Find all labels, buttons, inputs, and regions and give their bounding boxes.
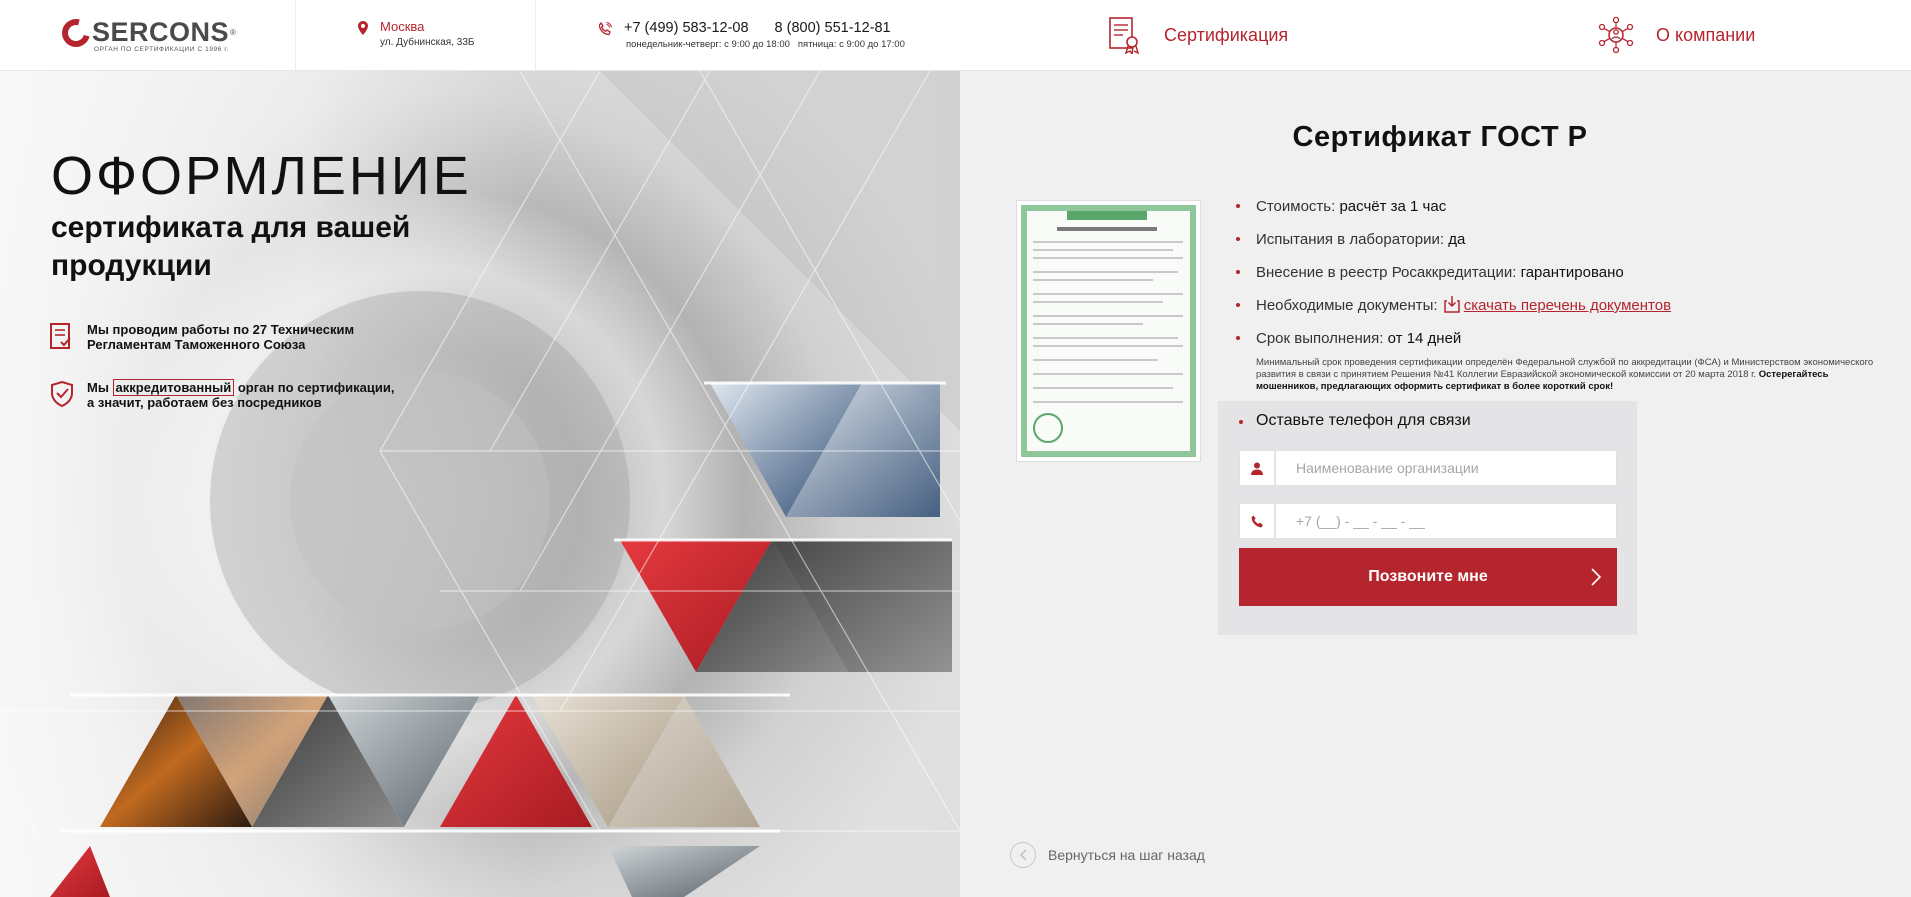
phone-number-2[interactable]: 8 (800) 551-12-81 — [775, 20, 891, 36]
hero-section: ОФОРМЛЕНИЕ сертификата для вашей продукц… — [0, 71, 960, 897]
info-value: расчёт за 1 час — [1339, 198, 1447, 215]
feature-accredited-post: орган по сертификации, — [234, 380, 395, 395]
chevron-right-icon — [1591, 568, 1601, 586]
logo-mark-icon — [56, 13, 96, 52]
chevron-left-icon — [1020, 849, 1027, 861]
callback-form-title: Оставьте телефон для связи — [1239, 412, 1471, 429]
info-value: от 14 дней — [1387, 330, 1462, 347]
info-item-documents: Необходимые документы: скачать перечень … — [1236, 295, 1671, 328]
phone-field — [1239, 503, 1617, 539]
phone-number-1[interactable]: +7 (499) 583-12-08 — [624, 20, 749, 36]
phone-input-icon — [1251, 515, 1263, 527]
logo-tagline: ОРГАН ПО СЕРТИФИКАЦИИ С 1996 г. — [94, 46, 230, 53]
info-item-price: Стоимость: расчёт за 1 час — [1236, 196, 1671, 229]
organization-input[interactable] — [1276, 451, 1616, 485]
feature-accredited-line2: а значит, работаем без посредников — [87, 395, 322, 410]
info-label: Внесение в реестр Росаккредитации: — [1256, 264, 1521, 281]
logo-container: SERCONS ® ОРГАН ПО СЕРТИФИКАЦИИ С 1996 г… — [0, 0, 296, 70]
feature-regulations-line1: Мы проводим работы по 27 Техническим — [87, 322, 355, 337]
back-link[interactable]: Вернуться на шаг назад — [1010, 842, 1205, 868]
hero-title: ОФОРМЛЕНИЕ — [51, 146, 472, 206]
certificate-info-list: Стоимость: расчёт за 1 час Испытания в л… — [1236, 196, 1671, 361]
certificate-icon — [1109, 17, 1140, 54]
address-city[interactable]: Москва — [380, 19, 474, 35]
shield-check-icon — [51, 380, 73, 408]
feature-regulations: Мы проводим работы по 27 Техническим Рег… — [49, 322, 354, 352]
logo[interactable]: SERCONS ® ОРГАН ПО СЕРТИФИКАЦИИ С 1996 г… — [56, 13, 236, 53]
download-documents-link[interactable]: скачать перечень документов — [1464, 297, 1671, 314]
info-value: да — [1448, 231, 1466, 248]
certificate-image[interactable] — [1017, 201, 1200, 461]
phone-icon — [598, 22, 612, 36]
nav-label-certification: Сертификация — [1164, 24, 1289, 45]
map-pin-icon — [358, 21, 368, 35]
certificate-panel: Сертификат ГОСТ Р Стоимость: расчёт за 1… — [960, 71, 1911, 897]
user-icon — [1251, 462, 1263, 475]
company-network-icon — [1598, 16, 1634, 54]
feature-accredited-highlight: аккредитованный — [112, 379, 235, 396]
info-item-lab-tests: Испытания в лаборатории: да — [1236, 229, 1671, 262]
info-item-registry: Внесение в реестр Росаккредитации: гаран… — [1236, 262, 1671, 295]
feature-accredited-pre: Мы — [87, 380, 113, 395]
phone-input[interactable] — [1276, 504, 1616, 538]
info-label: Необходимые документы: — [1256, 297, 1442, 314]
address-street: ул. Дубнинская, 33Б — [380, 37, 475, 48]
call-me-button-label: Позвоните мне — [1368, 568, 1488, 585]
info-label: Срок выполнения: — [1256, 330, 1388, 347]
callback-form: Оставьте телефон для связи Позвоните мне — [1218, 401, 1637, 635]
back-circle — [1010, 842, 1036, 868]
nav-label-about: О компании — [1656, 24, 1756, 45]
feature-regulations-line2: Регламентам Таможенного Союза — [87, 337, 306, 352]
nav-item-about[interactable]: О компании — [1598, 16, 1755, 54]
site-header: SERCONS ® ОРГАН ПО СЕРТИФИКАЦИИ С 1996 г… — [0, 0, 1911, 71]
nav-item-certification[interactable]: Сертификация — [1108, 16, 1288, 54]
feature-accredited: Мы аккредитованный орган по сертификации… — [49, 379, 395, 410]
info-label: Испытания в лаборатории: — [1256, 231, 1449, 248]
address-block: Москва ул. Дубнинская, 33Б — [296, 0, 536, 70]
info-value: гарантировано — [1520, 264, 1624, 281]
hero-subtitle: сертификата для вашей продукции — [51, 211, 411, 282]
document-check-icon — [50, 323, 71, 349]
logo-name: SERCONS — [92, 17, 230, 47]
back-link-label: Вернуться на шаг назад — [1048, 847, 1205, 863]
download-icon[interactable] — [1444, 295, 1460, 313]
contacts-block: +7 (499) 583-12-08 8 (800) 551-12-81 пон… — [536, 0, 936, 70]
organization-field — [1239, 450, 1617, 486]
work-hours-weekdays: понедельник-четверг: с 9:00 до 18:00 — [626, 39, 790, 50]
duration-note: Минимальный срок проведения сертификации… — [1256, 357, 1876, 393]
call-me-button[interactable]: Позвоните мне — [1239, 548, 1617, 606]
logo-reg-mark: ® — [230, 28, 236, 37]
info-label: Стоимость: — [1256, 198, 1340, 215]
certificate-seal-icon — [1033, 413, 1063, 443]
work-hours-friday: пятница: с 9:00 до 17:00 — [797, 39, 905, 50]
panel-title: Сертификат ГОСТ Р — [1292, 121, 1588, 153]
